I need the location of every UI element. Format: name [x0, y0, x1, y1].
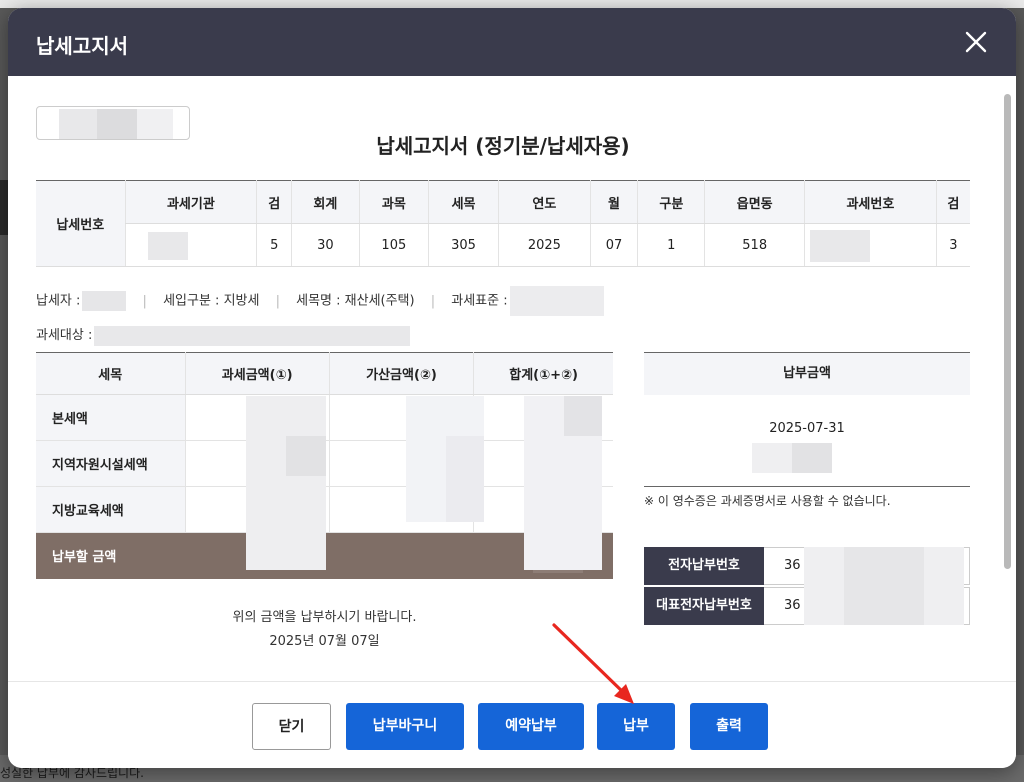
redaction-block — [792, 443, 832, 473]
table-header: 검 — [256, 180, 292, 224]
table-header: 구분 — [637, 180, 705, 224]
table-cell: 1 — [637, 223, 705, 267]
table-header: 검 — [935, 180, 970, 224]
taxpayer-info-line: 납세자 : | 세입구분 : 지방세 | 세목명 : 재산세(주택) | 과세표… — [36, 286, 604, 316]
close-button[interactable]: 닫기 — [252, 703, 331, 750]
table-header: 연도 — [497, 180, 591, 224]
redaction-block — [446, 436, 484, 522]
total-label: 납부할 금액 — [36, 532, 185, 579]
table-header: 가산금액(②) — [328, 352, 474, 395]
modal-content: 납세고지서 (정기분/납세자용) 납세번호 과세기관 검 회계 과목 세목 연도… — [8, 76, 998, 681]
payment-amount-body: 2025-07-31 — [644, 395, 970, 487]
table-header: 합계(①+②) — [473, 352, 613, 395]
tax-standard-label: 과세표준 : — [451, 293, 508, 309]
table-cell: 518 — [704, 223, 805, 267]
payment-message-line: 위의 금액을 납부하시기 바랍니다. — [232, 610, 417, 625]
table-header: 월 — [589, 180, 638, 224]
payment-message: 위의 금액을 납부하시기 바랍니다. 2025년 07월 07일 — [36, 606, 613, 654]
table-row: 납세번호 과세기관 검 회계 과목 세목 연도 월 구분 읍면동 과세번호 검 — [36, 180, 970, 267]
row-label: 지방교육세액 — [36, 486, 185, 533]
redaction-block — [564, 396, 602, 436]
tax-object-line: 과세대상 : — [36, 324, 411, 346]
epay-value[interactable]: 36 — [784, 558, 801, 573]
payment-amount-box: 납부금액 2025-07-31 — [644, 352, 970, 487]
table-header: 회계 — [291, 180, 359, 224]
table-header: 과세기관 — [124, 180, 257, 224]
row-label: 본세액 — [36, 394, 185, 441]
table-cell: 3 — [935, 223, 970, 267]
redaction-block — [509, 286, 604, 316]
divider: | — [430, 293, 436, 309]
modal-header: 납세고지서 — [8, 8, 1016, 76]
reserve-payment-button[interactable]: 예약납부 — [478, 703, 584, 750]
epay-value[interactable]: 36 — [784, 598, 801, 613]
table-cell: 07 — [589, 223, 638, 267]
background-page-strip — [0, 180, 8, 235]
scrollbar-thumb[interactable] — [1004, 94, 1011, 569]
epay-label: 대표전자납부번호 — [644, 587, 764, 625]
payment-amount-title: 납부금액 — [644, 353, 970, 395]
table-header: 세목 — [428, 180, 499, 224]
table-cell-redacted — [124, 223, 257, 267]
table-row: 세목 과세금액(①) 가산금액(②) 합계(①+②) — [36, 352, 613, 395]
table-cell-redacted — [803, 223, 937, 267]
table-header: 세목 — [36, 352, 185, 395]
notice-date: 2025년 07월 07일 — [269, 634, 380, 649]
table-cell: 30 — [291, 223, 359, 267]
table-header: 과목 — [358, 180, 429, 224]
tax-name: 세목명 : 재산세(주택) — [296, 293, 415, 309]
table-header: 과세번호 — [803, 180, 937, 224]
tax-notice-modal: 납세고지서 납세고지서 (정기분/납세자용) 납세번호 과세기관 검 회계 과목… — [8, 8, 1016, 768]
redaction-block — [82, 291, 127, 311]
divider: | — [142, 293, 147, 309]
pay-button[interactable]: 납부 — [597, 703, 675, 750]
table-cell: 305 — [428, 223, 499, 267]
revenue-type: 세입구분 : 지방세 — [163, 293, 260, 309]
print-button[interactable]: 출력 — [690, 703, 768, 750]
table-header: 읍면동 — [704, 180, 805, 224]
table-header: 과세금액(①) — [184, 352, 330, 395]
redaction-block — [844, 547, 924, 625]
redaction-block — [147, 232, 188, 260]
document-title: 납세고지서 (정기분/납세자용) — [376, 134, 630, 158]
redaction-block — [246, 396, 326, 570]
redaction-block — [94, 325, 411, 346]
redaction-block — [809, 230, 870, 262]
modal-footer: 닫기 납부바구니 예약납부 납부 출력 — [8, 681, 1016, 768]
table-cell: 5 — [256, 223, 292, 267]
table-cell: 2025 — [497, 223, 591, 267]
close-icon[interactable] — [962, 28, 990, 56]
tax-number-table: 납세번호 과세기관 검 회계 과목 세목 연도 월 구분 읍면동 과세번호 검 … — [36, 180, 970, 267]
table-cell: 105 — [358, 223, 429, 267]
epay-label: 전자납부번호 — [644, 547, 764, 585]
table-row: 5 30 105 305 2025 07 1 518 3 — [36, 223, 970, 267]
payment-cart-button[interactable]: 납부바구니 — [346, 703, 464, 750]
tax-object-label: 과세대상 : — [36, 328, 93, 343]
taxpayer-label: 납세자 : — [36, 293, 81, 309]
tax-number-label: 납세번호 — [36, 180, 125, 267]
due-date: 2025-07-31 — [769, 421, 845, 436]
row-label: 지역자원시설세액 — [36, 440, 185, 487]
receipt-note: ※ 이 영수증은 과세증명서로 사용할 수 없습니다. — [644, 494, 891, 508]
modal-title: 납세고지서 — [36, 34, 128, 58]
divider: | — [275, 293, 280, 309]
redaction-block — [286, 436, 326, 476]
background-page-top — [0, 0, 1024, 8]
